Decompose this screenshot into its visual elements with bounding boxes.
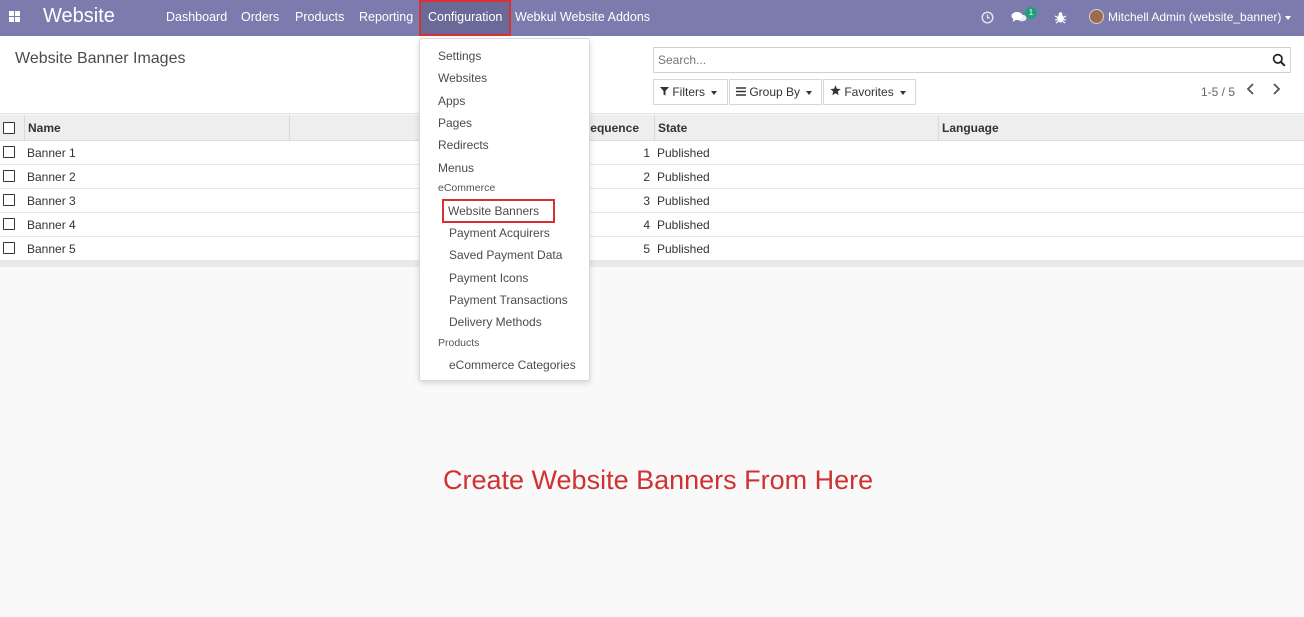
top-navbar: Website Dashboard Orders Products Report… <box>0 0 1304 36</box>
menu-products[interactable]: Products <box>288 0 351 36</box>
pager-value[interactable]: 1-5 / 5 <box>1201 85 1235 99</box>
banner-state: Published <box>657 218 710 232</box>
search-box <box>653 47 1291 73</box>
user-menu-caret-icon[interactable] <box>1285 16 1291 20</box>
row-checkbox[interactable] <box>3 146 15 158</box>
table-row[interactable]: Banner 5 5 Published <box>0 237 1304 261</box>
filters-button[interactable]: Filters <box>653 79 728 105</box>
group-by-button[interactable]: Group By <box>729 79 822 105</box>
banner-sequence: 1 <box>643 146 650 160</box>
menu-configuration[interactable]: Configuration <box>419 0 512 36</box>
banner-sequence: 4 <box>643 218 650 232</box>
banner-name: Banner 3 <box>27 194 76 208</box>
banner-name: Banner 5 <box>27 242 76 256</box>
menu-item-menus[interactable]: Menus <box>438 161 474 175</box>
activity-clock-icon[interactable] <box>981 0 994 36</box>
menu-reporting[interactable]: Reporting <box>352 0 420 36</box>
banner-name: Banner 4 <box>27 218 76 232</box>
app-title: Website <box>43 5 115 27</box>
apps-menu-icon[interactable] <box>9 11 20 22</box>
banner-state: Published <box>657 146 710 160</box>
menu-item-payment-acquirers[interactable]: Payment Acquirers <box>449 226 550 240</box>
user-avatar[interactable] <box>1089 9 1104 24</box>
pager-next-icon[interactable] <box>1272 82 1281 98</box>
banner-state: Published <box>657 242 710 256</box>
banner-sequence: 5 <box>643 242 650 256</box>
configuration-dropdown-menu: Settings Websites Apps Pages Redirects M… <box>419 38 590 381</box>
control-panel: Website Banner Images Filters Group By F… <box>0 36 1304 114</box>
banner-state: Published <box>657 194 710 208</box>
star-icon <box>830 85 841 96</box>
table-footer <box>0 261 1304 267</box>
menu-item-website-banners[interactable]: Website Banners <box>442 199 555 223</box>
search-icon[interactable] <box>1272 53 1286 70</box>
banner-name: Banner 1 <box>27 146 76 160</box>
list-bars-icon <box>736 87 746 96</box>
favorites-button[interactable]: Favorites <box>823 79 916 105</box>
user-name[interactable]: Mitchell Admin (website_banner) <box>1108 0 1281 35</box>
search-input[interactable] <box>654 48 1254 72</box>
column-header-language[interactable]: Language <box>938 115 1304 141</box>
menu-webkul-website-addons[interactable]: Webkul Website Addons <box>508 0 657 36</box>
menu-dashboard[interactable]: Dashboard <box>159 0 234 36</box>
row-checkbox[interactable] <box>3 218 15 230</box>
menu-item-websites[interactable]: Websites <box>438 71 487 85</box>
banner-state: Published <box>657 170 710 184</box>
menu-orders[interactable]: Orders <box>234 0 286 36</box>
annotation-text: Create Website Banners From Here <box>443 465 874 495</box>
menu-section-products: Products <box>438 337 480 349</box>
menu-item-payment-transactions[interactable]: Payment Transactions <box>449 293 568 307</box>
page-title: Website Banner Images <box>15 50 186 67</box>
column-header-name[interactable]: Name <box>24 115 289 141</box>
messages-count-badge: 1 <box>1025 7 1037 19</box>
favorites-label: Favorites <box>844 85 894 99</box>
column-header-state[interactable]: State <box>654 115 938 141</box>
row-checkbox[interactable] <box>3 170 15 182</box>
menu-item-saved-payment-data[interactable]: Saved Payment Data <box>449 248 562 262</box>
row-checkbox[interactable] <box>3 242 15 254</box>
menu-item-ecommerce-categories[interactable]: eCommerce Categories <box>449 358 576 372</box>
pager-previous-icon[interactable] <box>1246 82 1255 98</box>
table-row[interactable]: Banner 1 1 Published <box>0 141 1304 165</box>
menu-item-settings[interactable]: Settings <box>438 49 481 63</box>
table-row[interactable]: Banner 4 4 Published <box>0 213 1304 237</box>
filters-label: Filters <box>672 85 706 99</box>
banner-list-table: Name Sequence State Language Banner 1 1 … <box>0 115 1304 267</box>
menu-item-payment-icons[interactable]: Payment Icons <box>449 271 528 285</box>
menu-item-delivery-methods[interactable]: Delivery Methods <box>449 315 542 329</box>
menu-item-apps[interactable]: Apps <box>438 94 465 108</box>
banner-sequence: 3 <box>643 194 650 208</box>
table-row[interactable]: Banner 3 3 Published <box>0 189 1304 213</box>
menu-item-redirects[interactable]: Redirects <box>438 138 489 152</box>
table-header: Name Sequence State Language <box>0 115 1304 141</box>
select-all-checkbox[interactable] <box>3 122 15 134</box>
banner-sequence: 2 <box>643 170 650 184</box>
row-checkbox[interactable] <box>3 194 15 206</box>
menu-section-ecommerce: eCommerce <box>438 182 496 194</box>
filter-icon <box>660 87 669 96</box>
debug-bug-icon[interactable] <box>1054 0 1067 36</box>
menu-item-pages[interactable]: Pages <box>438 116 472 130</box>
banner-name: Banner 2 <box>27 170 76 184</box>
messages-chat-icon[interactable] <box>1011 0 1027 36</box>
table-row[interactable]: Banner 2 2 Published <box>0 165 1304 189</box>
group-by-label: Group By <box>749 85 801 99</box>
